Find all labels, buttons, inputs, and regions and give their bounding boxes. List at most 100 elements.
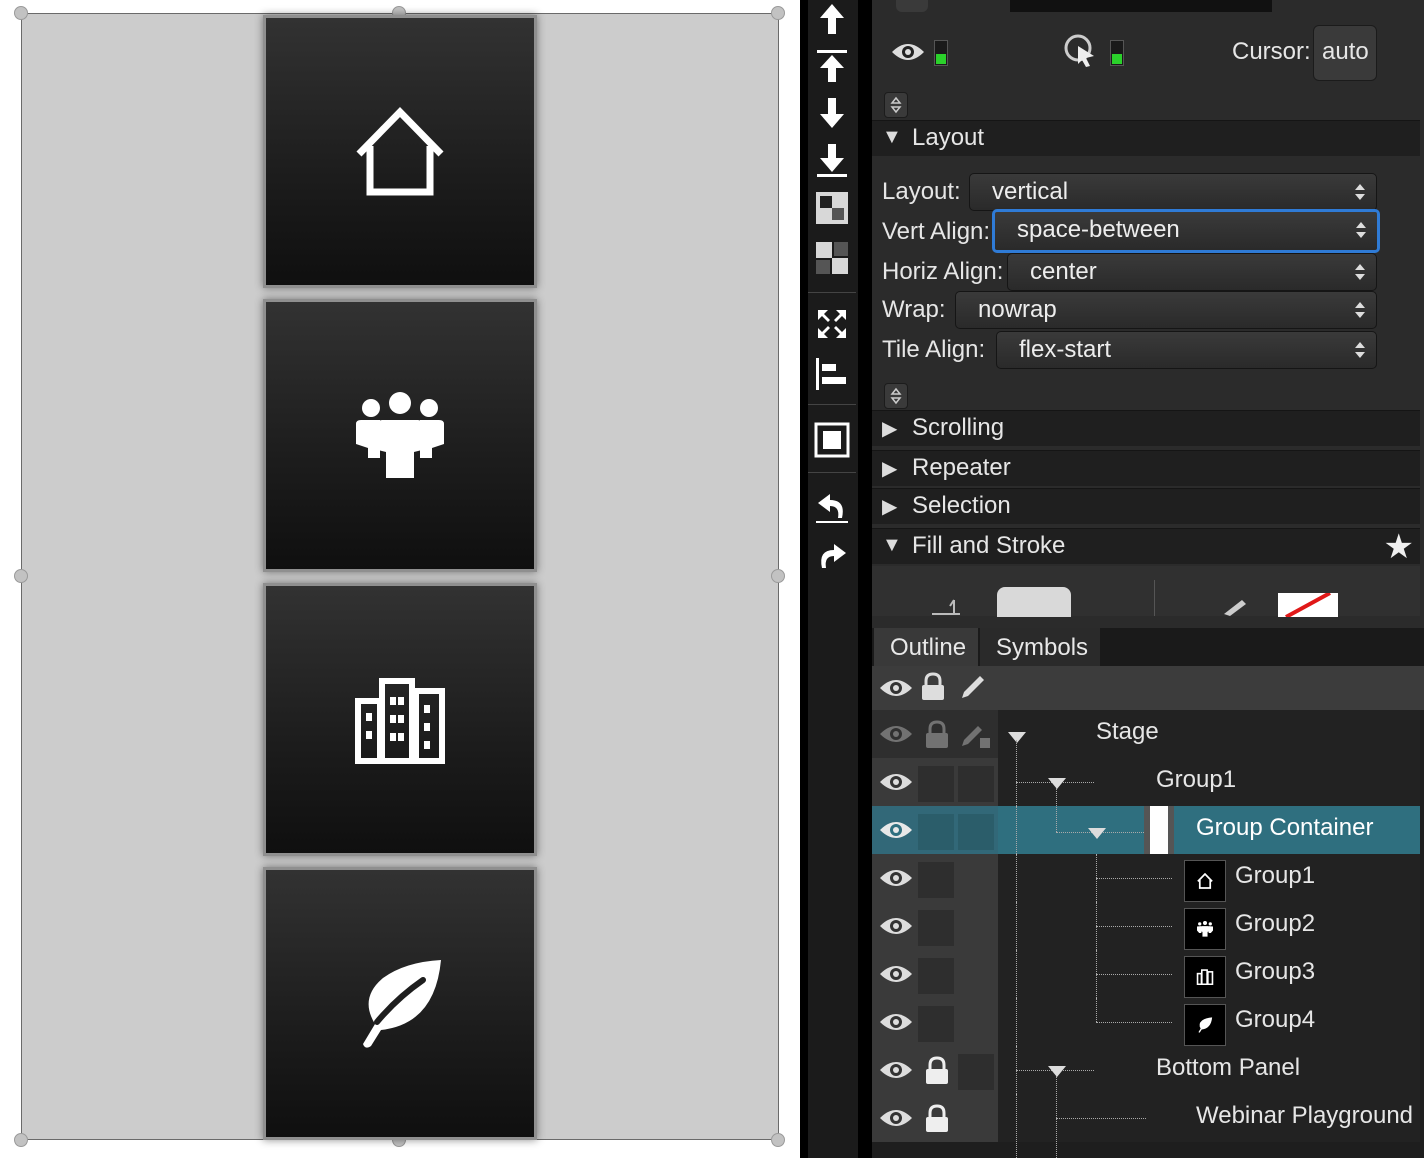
outline-row-group-container[interactable]: Group Container [872,788,1420,854]
eye-icon[interactable] [878,818,914,847]
collapsed-arrow-icon: ▶ [882,458,898,480]
fill-stroke-section-header[interactable]: ▼ Fill and Stroke ★ [872,527,1420,567]
eye-icon[interactable] [878,770,914,799]
repeater-section-header[interactable]: ▶ Repeater [872,450,1420,486]
home-tile[interactable] [263,15,537,288]
cursor-toggle-indicator[interactable] [1110,40,1124,66]
layout-select[interactable]: vertical [969,173,1377,211]
lock-icon[interactable] [924,1056,950,1091]
tree-connector [1016,902,1017,950]
resize-handle-top-left[interactable] [14,6,28,20]
expand-arrow-icon[interactable] [1088,828,1106,839]
row-controls [872,902,998,950]
edit-toggle[interactable] [958,766,994,802]
design-canvas[interactable] [0,0,800,1158]
lock-toggle[interactable] [918,958,954,994]
row-controls [872,758,998,806]
cursor-pointer-icon[interactable] [1064,34,1098,73]
ungroup-button[interactable] [812,238,852,278]
lock-icon[interactable] [924,720,950,755]
row-tree: Group2 [998,902,1420,950]
eye-icon[interactable] [878,1106,914,1135]
expand-arrow-icon[interactable] [1008,732,1026,743]
bring-to-front-button[interactable] [812,0,852,40]
visibility-eye-icon[interactable] [890,40,926,69]
resize-handle-left[interactable] [14,569,28,583]
lock-icon[interactable] [924,1104,950,1139]
undo-button[interactable] [812,488,852,528]
eye-icon[interactable] [878,1010,914,1039]
send-backward-icon [820,98,844,128]
layout-section-header[interactable]: ▼ Layout [872,120,1420,156]
horiz-align-select[interactable]: center [1007,253,1377,291]
fit-button[interactable] [812,304,852,344]
row-tree: Group3 [998,950,1420,998]
send-to-back-button[interactable] [812,140,852,180]
lock-toggle[interactable] [918,862,954,898]
outline-row-group2[interactable]: Group2 [872,902,1420,950]
lock-icon[interactable] [920,672,946,707]
visibility-toggle-indicator[interactable] [934,40,948,66]
section-spinner[interactable] [884,383,908,409]
cursor-field[interactable]: auto [1313,25,1377,81]
edit-toggle[interactable] [958,1054,994,1090]
resize-handle-top-right[interactable] [771,6,785,20]
expand-arrow-icon[interactable] [1048,778,1066,789]
fill-color-swatch[interactable] [997,587,1071,617]
eye-icon[interactable] [878,676,914,705]
star-icon[interactable]: ★ [1384,527,1414,567]
group-button[interactable] [812,188,852,228]
fill-icon[interactable] [930,596,964,621]
lock-toggle[interactable] [918,814,954,850]
selection-section-header[interactable]: ▶ Selection [872,488,1420,524]
eye-icon[interactable] [878,914,914,943]
eye-icon[interactable] [878,722,914,751]
resize-handle-bottom-right[interactable] [771,1133,785,1147]
eye-icon[interactable] [878,1058,914,1087]
wrap-select-value: nowrap [978,296,1057,323]
bring-forward-button[interactable] [812,46,852,86]
leaf-tile[interactable] [263,867,537,1140]
select-arrows-icon [1356,222,1366,238]
resize-handle-bottom-left[interactable] [14,1133,28,1147]
vert-align-select[interactable]: space-between [992,209,1380,253]
scrolling-section-header[interactable]: ▶ Scrolling [872,410,1420,446]
tab-symbols[interactable]: Symbols [980,628,1100,666]
send-backward-button[interactable] [812,92,852,132]
eye-icon[interactable] [878,962,914,991]
outline-row-group1-child[interactable]: Group1 [872,854,1420,902]
lock-toggle[interactable] [918,1006,954,1042]
redo-button[interactable] [812,538,852,578]
tile-align-select[interactable]: flex-start [996,331,1377,369]
expand-arrow-icon[interactable] [1048,1066,1066,1077]
stroke-pencil-icon[interactable] [1222,598,1248,621]
pencil-lock-icon[interactable] [960,718,992,755]
padding-button[interactable] [812,420,852,460]
people-tile[interactable] [263,299,537,572]
stroke-color-swatch[interactable] [1278,593,1338,617]
tab-outline[interactable]: Outline [874,628,978,666]
resize-handle-right[interactable] [771,569,785,583]
wrap-select[interactable]: nowrap [955,291,1377,329]
lock-toggle[interactable] [918,910,954,946]
outline-row-webinar-playground[interactable]: Webinar Playground [872,1076,1420,1158]
outline-row-group4[interactable]: Group4 [872,998,1420,1046]
section-spinner[interactable] [884,92,908,118]
top-cut-control[interactable] [896,0,928,12]
align-left-button[interactable] [812,354,852,394]
top-cut-field[interactable] [1010,0,1272,12]
buildings-tile[interactable] [263,583,537,856]
select-arrows-icon [1355,342,1365,358]
tree-connector [1016,740,1017,806]
undo-icon [816,494,848,523]
bring-to-front-icon [820,4,844,34]
edit-toggle[interactable] [958,814,994,850]
outline-row-group1[interactable]: Group1 [872,740,1420,806]
outline-row-bottom-panel[interactable]: Bottom Panel [872,1046,1420,1094]
row-tree: Group4 [998,998,1420,1046]
lock-toggle[interactable] [918,766,954,802]
outline-row-stage[interactable]: Stage [872,710,1420,758]
pencil-icon[interactable] [958,672,988,707]
outline-row-group3[interactable]: Group3 [872,950,1420,998]
eye-icon[interactable] [878,866,914,895]
